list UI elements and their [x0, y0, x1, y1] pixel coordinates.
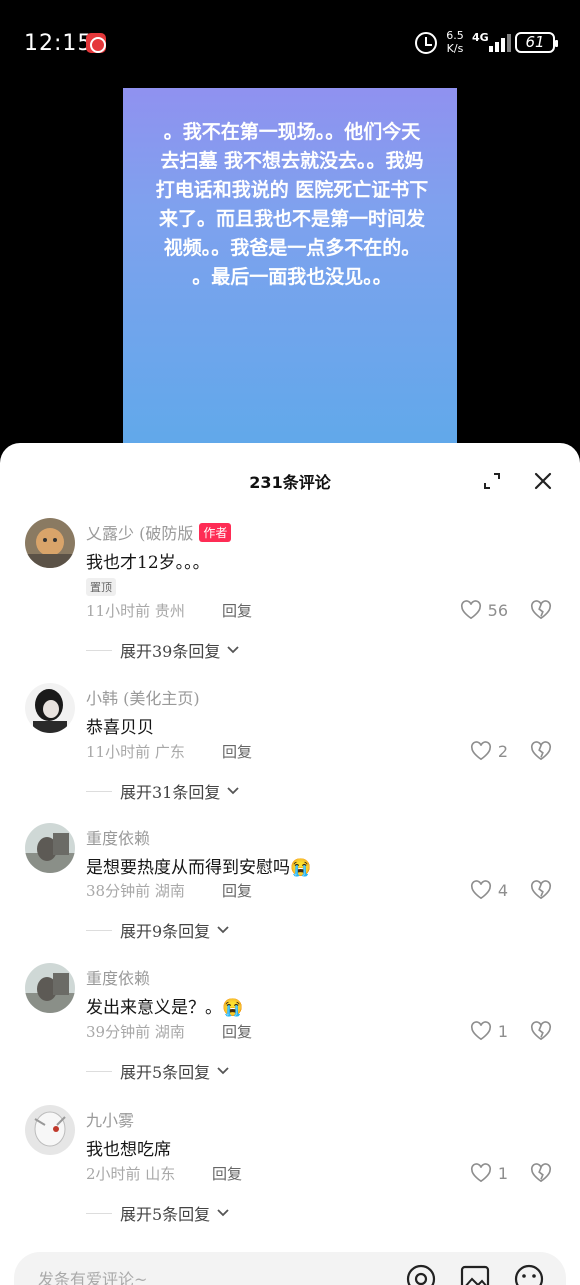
expand-icon[interactable]: [483, 472, 501, 490]
like-button[interactable]: 1: [470, 1163, 508, 1183]
comment-item: 重度依赖 发出来意义是？。😭 39分钟前 湖南 回复 1 展开5条回复: [0, 963, 580, 1103]
comment-username[interactable]: 九小雾: [86, 1107, 134, 1131]
emoji-icon[interactable]: [512, 1262, 546, 1285]
avatar[interactable]: [25, 683, 75, 733]
comment-username[interactable]: 重度依赖: [86, 825, 150, 849]
status-time: 12:15: [24, 31, 93, 56]
network-speed: 6.5 K/s: [444, 29, 466, 55]
broken-heart-icon[interactable]: [530, 880, 552, 900]
comment-item: 小韩 (美化主页) 恭喜贝贝 11小时前 广东 回复 2 展开31条回复: [0, 683, 580, 823]
battery-icon: 61: [515, 32, 558, 53]
broken-heart-icon[interactable]: [530, 741, 552, 761]
expand-replies-label: 展开39条回复: [120, 642, 221, 661]
like-count: 2: [497, 741, 508, 761]
comments-sheet: 231条评论 乂露少 (破防版 作者 我也才12岁。。。 置顶 11小时前 贵州 …: [0, 443, 580, 1285]
comment-meta: 2小时前 山东: [86, 1165, 176, 1183]
comment-username[interactable]: 乂露少 (破防版 作者: [86, 520, 232, 544]
comment-meta: 38分钟前 湖南: [86, 882, 185, 900]
like-button[interactable]: 2: [470, 741, 508, 761]
reply-button[interactable]: 回复: [222, 880, 252, 901]
app-notification-icon: [86, 33, 106, 53]
avatar[interactable]: [25, 963, 75, 1013]
video-caption: 。我不在第一现场。。他们今天 去扫墓 我不想去就没去。。我妈 打电话和我说的 医…: [155, 121, 429, 288]
heart-icon: [470, 1163, 491, 1183]
like-button[interactable]: 1: [470, 1021, 508, 1041]
alarm-icon: [415, 32, 437, 54]
pinned-badge: 置顶: [86, 578, 116, 596]
comment-item: 重度依赖 是想要热度从而得到安慰吗😭 38分钟前 湖南 回复 4 展开9条回复: [0, 823, 580, 963]
broken-heart-icon[interactable]: [530, 600, 552, 620]
expand-replies-button[interactable]: 展开5条回复: [86, 1059, 230, 1083]
network-speed-unit: K/s: [446, 42, 464, 55]
expand-replies-label: 展开9条回复: [120, 922, 211, 941]
comment-input-placeholder[interactable]: 发条有爱评论~: [38, 1266, 147, 1285]
signal-icon: [481, 34, 511, 52]
comment-text: 是想要热度从而得到安慰吗😭: [86, 858, 312, 878]
like-count: 56: [487, 600, 508, 620]
comment-text: 我也想吃席: [86, 1140, 171, 1160]
avatar[interactable]: [25, 1105, 75, 1155]
reply-button[interactable]: 回复: [222, 600, 252, 621]
reply-button[interactable]: 回复: [222, 741, 252, 762]
heart-icon: [470, 741, 491, 761]
expand-replies-button[interactable]: 展开9条回复: [86, 918, 230, 942]
chevron-down-icon: [227, 646, 240, 654]
close-icon[interactable]: [533, 471, 553, 491]
expand-replies-label: 展开31条回复: [120, 783, 221, 802]
username-text[interactable]: 乂露少 (破防版: [86, 524, 193, 543]
status-bar: 12:15 6.5 K/s 4G 61: [0, 0, 580, 88]
expand-replies-label: 展开5条回复: [120, 1205, 211, 1224]
heart-icon: [470, 880, 491, 900]
chevron-down-icon: [227, 787, 240, 795]
comment-item: 乂露少 (破防版 作者 我也才12岁。。。 置顶 11小时前 贵州 回复 56 展…: [0, 518, 580, 661]
broken-heart-icon[interactable]: [530, 1021, 552, 1041]
reply-button[interactable]: 回复: [212, 1163, 242, 1184]
like-button[interactable]: 4: [470, 880, 508, 900]
comment-item: 九小雾 我也想吃席 2小时前 山东 回复 1 展开5条回复: [0, 1105, 580, 1245]
reply-button[interactable]: 回复: [222, 1021, 252, 1042]
chevron-down-icon: [217, 1067, 229, 1075]
comment-text: 发出来意义是？。😭: [86, 998, 244, 1018]
author-badge: 作者: [199, 523, 232, 542]
expand-replies-button[interactable]: 展开5条回复: [86, 1201, 230, 1225]
like-button[interactable]: 56: [460, 600, 508, 620]
heart-icon: [470, 1021, 491, 1041]
comment-username[interactable]: 小韩 (美化主页): [86, 685, 200, 709]
network-speed-value: 6.5: [446, 29, 464, 42]
expand-replies-label: 展开5条回复: [120, 1063, 211, 1082]
avatar[interactable]: [25, 518, 75, 568]
chevron-down-icon: [217, 926, 229, 934]
heart-icon: [460, 600, 481, 620]
expand-replies-button[interactable]: 展开31条回复: [86, 779, 240, 803]
comment-meta: 39分钟前 湖南: [86, 1023, 185, 1041]
image-icon[interactable]: [460, 1264, 490, 1285]
comment-meta: 11小时前 贵州: [86, 602, 185, 620]
comment-text: 我也才12岁。。。: [86, 553, 210, 573]
comment-meta: 11小时前 广东: [86, 743, 185, 761]
comment-text: 恭喜贝贝: [86, 718, 154, 738]
expand-replies-button[interactable]: 展开39条回复: [86, 638, 240, 662]
broken-heart-icon[interactable]: [530, 1163, 552, 1183]
like-count: 1: [497, 1163, 508, 1183]
like-count: 1: [497, 1021, 508, 1041]
chevron-down-icon: [217, 1209, 229, 1217]
avatar[interactable]: [25, 823, 75, 873]
at-mention-icon[interactable]: [404, 1262, 438, 1285]
comment-input-bar[interactable]: 发条有爱评论~: [14, 1252, 566, 1285]
comment-username[interactable]: 重度依赖: [86, 965, 150, 989]
like-count: 4: [497, 880, 508, 900]
